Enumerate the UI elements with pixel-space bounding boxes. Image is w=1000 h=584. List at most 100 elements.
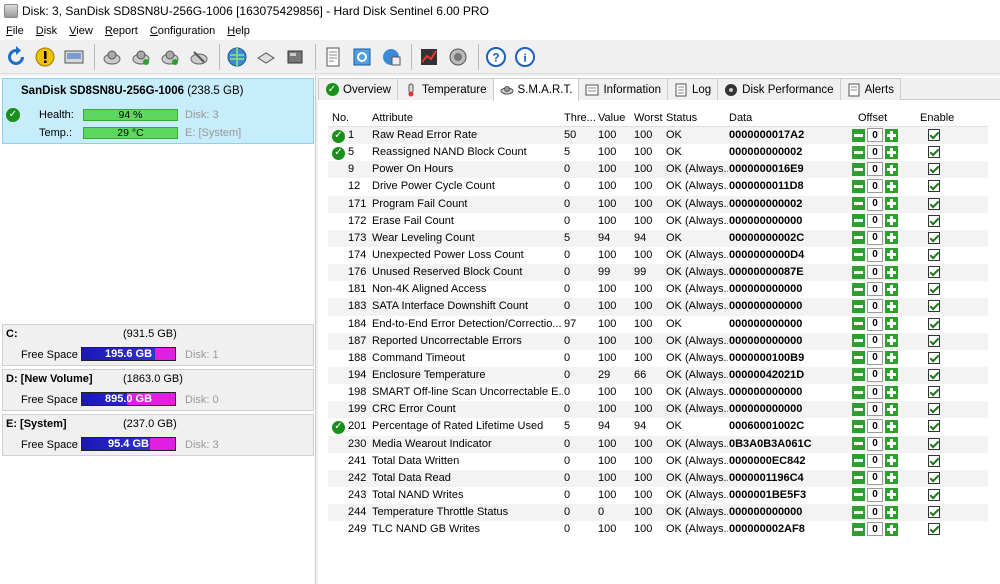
enable-checkbox[interactable]	[928, 317, 942, 330]
offset-increase-button[interactable]	[885, 334, 898, 348]
offset-increase-button[interactable]	[885, 128, 898, 142]
offset-decrease-button[interactable]	[852, 419, 865, 433]
offset-decrease-button[interactable]	[852, 368, 865, 382]
enable-checkbox[interactable]	[928, 334, 942, 347]
volume-d[interactable]: D: [New Volume] (1863.0 GB) Free Space 8…	[2, 369, 314, 411]
smart-row[interactable]: 183 SATA Interface Downshift Count 0 100 100…	[328, 298, 988, 316]
enable-checkbox[interactable]	[928, 163, 942, 176]
smart-row[interactable]: 172 Erase Fail Count 0 100 100 OK (Always... 0…	[328, 213, 988, 230]
tab-smart[interactable]: S.M.A.R.T.	[492, 78, 580, 101]
disk-image-icon[interactable]	[61, 44, 87, 70]
offset-increase-button[interactable]	[885, 522, 898, 536]
smart-row[interactable]: 9 Power On Hours 0 100 100 OK (Always... 00000…	[328, 161, 988, 179]
offset-increase-button[interactable]	[885, 317, 898, 331]
header-worst[interactable]: Worst	[634, 112, 663, 124]
smart-row[interactable]: 174 Unexpected Power Loss Count 0 100 100 OK …	[328, 247, 988, 264]
smart-row[interactable]: 198 SMART Off-line Scan Uncorrectable E..…	[328, 384, 988, 401]
offset-decrease-button[interactable]	[852, 231, 865, 245]
enable-checkbox[interactable]	[928, 129, 942, 141]
disk-check-icon[interactable]	[128, 44, 154, 70]
offset-decrease-button[interactable]	[852, 385, 865, 399]
refresh-icon[interactable]	[3, 44, 29, 70]
offset-value[interactable]: 0	[867, 333, 883, 348]
smart-row[interactable]: 249 TLC NAND GB Writes 0 100 100 OK (Always..…	[328, 521, 988, 538]
smart-row[interactable]: 244 Temperature Throttle Status 0 0 100 OK (A…	[328, 504, 988, 522]
smart-row[interactable]: 199 CRC Error Count 0 100 100 OK (Always... 00…	[328, 401, 988, 419]
enable-checkbox[interactable]	[928, 488, 942, 501]
smart-row[interactable]: 243 Total NAND Writes 0 100 100 OK (Always...…	[328, 487, 988, 504]
smart-row[interactable]: 230 Media Wearout Indicator 0 100 100 OK (Alw…	[328, 435, 988, 453]
offset-increase-button[interactable]	[885, 437, 898, 451]
enable-checkbox[interactable]	[928, 386, 942, 399]
offset-increase-button[interactable]	[885, 402, 898, 416]
offset-value[interactable]: 0	[867, 402, 883, 417]
enable-checkbox[interactable]	[928, 300, 942, 313]
header-value[interactable]: Value	[598, 112, 625, 124]
menu-configuration[interactable]: Configuration	[144, 25, 221, 37]
enable-checkbox[interactable]	[928, 420, 942, 433]
menu-report[interactable]: Report	[99, 25, 144, 37]
smart-row[interactable]: 173 Wear Leveling Count 5 94 94 OK 00000000002…	[328, 229, 988, 247]
offset-increase-button[interactable]	[885, 231, 898, 245]
offset-value[interactable]: 0	[867, 453, 883, 468]
offset-decrease-button[interactable]	[852, 437, 865, 451]
offset-increase-button[interactable]	[885, 385, 898, 399]
offset-value[interactable]: 0	[867, 196, 883, 211]
tab-log[interactable]: Log	[666, 78, 719, 100]
usb-drive-icon[interactable]	[253, 44, 279, 70]
offset-value[interactable]: 0	[867, 247, 883, 262]
volume-c[interactable]: C: (931.5 GB) Free Space 195.6 GB Disk: …	[2, 324, 314, 366]
menu-help[interactable]: Help	[221, 25, 256, 37]
tab-alerts[interactable]: Alerts	[839, 78, 901, 100]
offset-increase-button[interactable]	[885, 505, 898, 519]
menu-file[interactable]: File	[0, 25, 30, 37]
enable-checkbox[interactable]	[928, 454, 942, 467]
offset-decrease-button[interactable]	[852, 471, 865, 485]
disk-test-icon[interactable]	[99, 44, 125, 70]
help-icon[interactable]: ?	[483, 44, 509, 70]
offset-increase-button[interactable]	[885, 214, 898, 228]
enable-checkbox[interactable]	[928, 146, 942, 159]
offset-value[interactable]: 0	[867, 350, 883, 365]
offset-value[interactable]: 0	[867, 162, 883, 177]
enable-checkbox[interactable]	[928, 197, 942, 210]
offset-value[interactable]: 0	[867, 145, 883, 160]
offset-value[interactable]: 0	[867, 299, 883, 314]
smart-row[interactable]: 181 Non-4K Aligned Access 0 100 100 OK (Alway…	[328, 281, 988, 298]
enable-checkbox[interactable]	[928, 180, 942, 193]
offset-decrease-button[interactable]	[852, 214, 865, 228]
offset-increase-button[interactable]	[885, 368, 898, 382]
tab-temperature[interactable]: Temperature	[396, 78, 494, 100]
enable-checkbox[interactable]	[928, 214, 942, 227]
offset-increase-button[interactable]	[885, 488, 898, 502]
warning-icon[interactable]	[32, 44, 58, 70]
info-icon[interactable]: i	[512, 44, 538, 70]
report-icon[interactable]	[320, 44, 346, 70]
enable-checkbox[interactable]	[928, 283, 942, 296]
offset-increase-button[interactable]	[885, 265, 898, 279]
offset-value[interactable]: 0	[867, 179, 883, 194]
offset-value[interactable]: 0	[867, 316, 883, 331]
offset-value[interactable]: 0	[867, 128, 883, 142]
sound-icon[interactable]	[445, 44, 471, 70]
offset-increase-button[interactable]	[885, 248, 898, 262]
offset-decrease-button[interactable]	[852, 162, 865, 176]
volume-e[interactable]: E: [System] (237.0 GB) Free Space 95.4 G…	[2, 414, 314, 456]
enable-checkbox[interactable]	[928, 506, 942, 519]
offset-decrease-button[interactable]	[852, 488, 865, 502]
tab-overview[interactable]: ✓ Overview	[318, 78, 398, 100]
offset-decrease-button[interactable]	[852, 334, 865, 348]
offset-increase-button[interactable]	[885, 299, 898, 313]
offset-value[interactable]: 0	[867, 505, 883, 520]
offset-increase-button[interactable]	[885, 145, 898, 159]
offset-decrease-button[interactable]	[852, 282, 865, 296]
offset-increase-button[interactable]	[885, 351, 898, 365]
enable-checkbox[interactable]	[928, 351, 942, 364]
offset-increase-button[interactable]	[885, 454, 898, 468]
enable-checkbox[interactable]	[928, 368, 942, 381]
offset-decrease-button[interactable]	[852, 265, 865, 279]
offset-decrease-button[interactable]	[852, 197, 865, 211]
header-enable[interactable]: Enable	[920, 112, 954, 124]
enable-checkbox[interactable]	[928, 437, 942, 450]
smart-row[interactable]: 188 Command Timeout 0 100 100 OK (Always... 00…	[328, 350, 988, 367]
